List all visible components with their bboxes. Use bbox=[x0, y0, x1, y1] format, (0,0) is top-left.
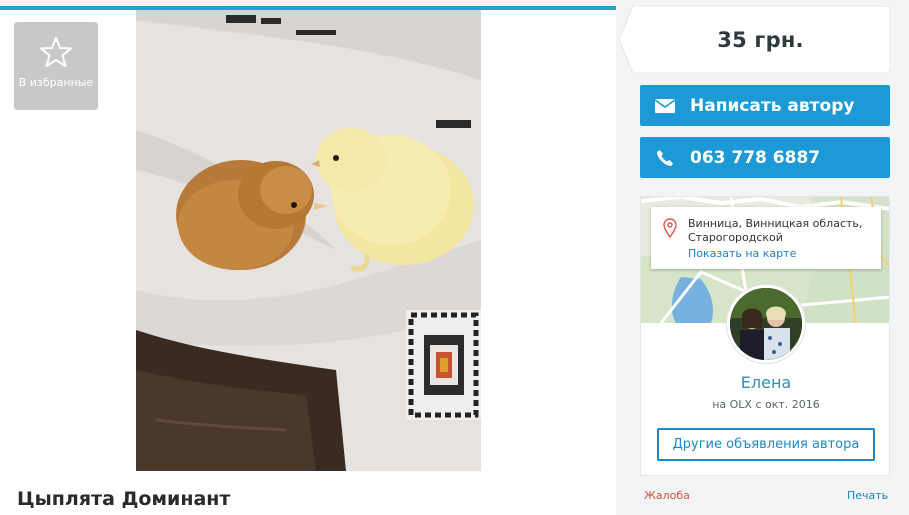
address-line-1: Винница, Винницкая область, bbox=[688, 217, 863, 230]
address-line-2: Старогородской bbox=[688, 231, 783, 244]
complaint-link[interactable]: Жалоба bbox=[644, 489, 690, 502]
write-author-button[interactable]: Написать автору bbox=[640, 85, 890, 126]
envelope-icon bbox=[640, 98, 690, 113]
phone-number: 063 778 6887 bbox=[690, 147, 821, 168]
address-box: Винница, Винницкая область, Старогородск… bbox=[651, 207, 881, 269]
seller-name[interactable]: Елена bbox=[641, 373, 889, 392]
star-icon bbox=[40, 37, 72, 67]
write-author-label: Написать автору bbox=[690, 95, 855, 116]
price-value: 35 грн. bbox=[717, 27, 804, 52]
favorites-label: В избранные bbox=[18, 76, 94, 89]
ad-gallery-panel: В избранные Цыплята Доминант bbox=[0, 6, 616, 515]
address-text: Винница, Винницкая область, Старогородск… bbox=[688, 217, 878, 245]
ad-title: Цыплята Доминант bbox=[17, 488, 231, 510]
show-phone-button[interactable]: 063 778 6887 bbox=[640, 137, 890, 178]
price-tag: 35 грн. bbox=[619, 6, 890, 73]
other-ads-button[interactable]: Другие объявления автора bbox=[657, 428, 875, 461]
listing-photo[interactable] bbox=[136, 10, 481, 471]
print-link[interactable]: Печать bbox=[847, 489, 888, 502]
avatar[interactable] bbox=[727, 285, 805, 363]
seller-since: на OLX с окт. 2016 bbox=[712, 398, 820, 411]
seller-card: Винница, Винницкая область, Старогородск… bbox=[640, 196, 890, 476]
phone-icon bbox=[640, 149, 690, 167]
show-on-map-link[interactable]: Показать на карте bbox=[688, 247, 796, 260]
add-to-favorites-button[interactable]: В избранные bbox=[14, 22, 98, 110]
map-pin-icon bbox=[663, 218, 677, 238]
